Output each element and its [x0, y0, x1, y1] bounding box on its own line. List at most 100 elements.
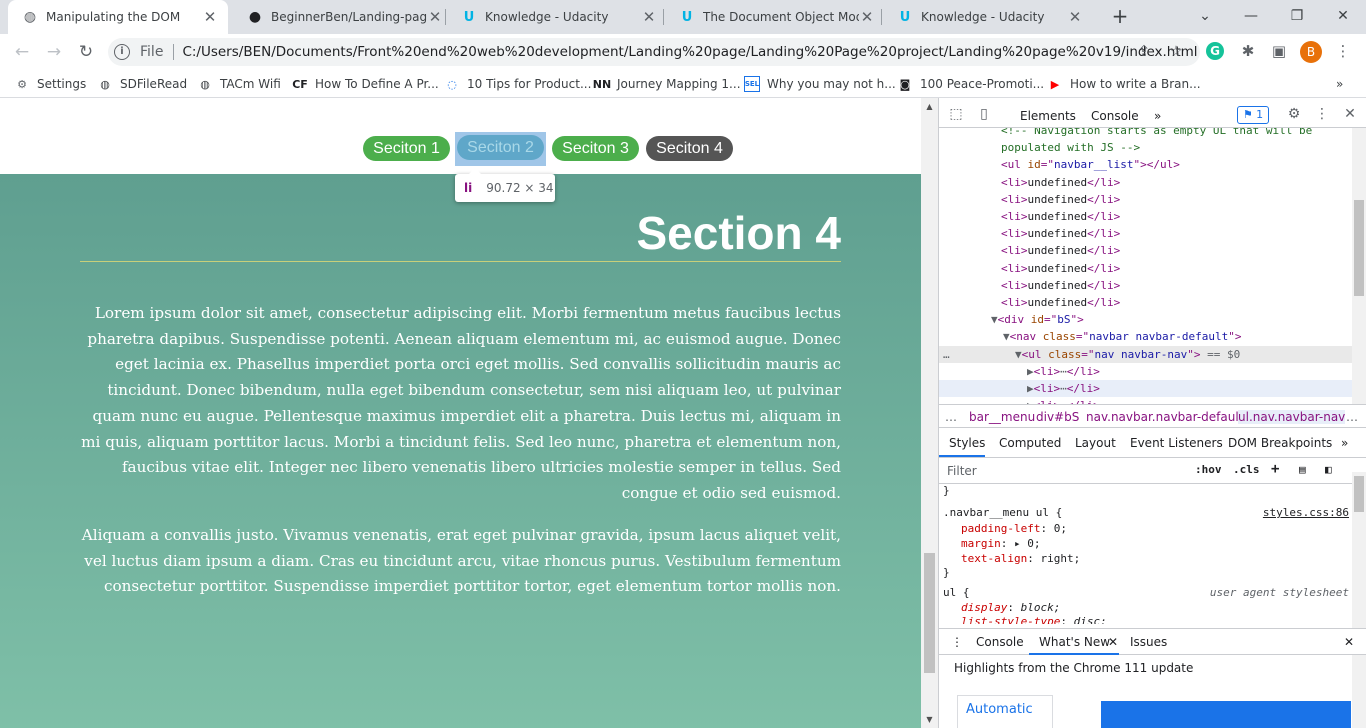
- subtab-styles[interactable]: Styles: [949, 436, 985, 450]
- dom-node-line[interactable]: <li>undefined</li>: [939, 174, 1352, 191]
- css-property[interactable]: padding-left: [961, 522, 1040, 535]
- css-value[interactable]: 0;: [1054, 522, 1067, 535]
- breadcrumb-item[interactable]: bar__menu: [969, 410, 1035, 424]
- subtab-dom-breakpoints[interactable]: DOM Breakpoints: [1228, 436, 1332, 450]
- inspect-element-icon[interactable]: ⬚: [947, 105, 965, 123]
- bookmark-item[interactable]: ◌ 10 Tips for Product...: [444, 76, 591, 92]
- dom-node-line[interactable]: ▼<div id="bS">: [939, 311, 1352, 328]
- nav-item-section-3[interactable]: Seciton 3: [552, 136, 639, 161]
- dom-node-line[interactable]: <li>undefined</li>: [939, 225, 1352, 242]
- breadcrumb-item[interactable]: …: [1346, 410, 1358, 424]
- devtools-menu-icon[interactable]: ⋮: [1313, 105, 1331, 123]
- more-tabs-icon[interactable]: »: [1154, 109, 1161, 123]
- profile-avatar[interactable]: B: [1300, 41, 1322, 63]
- dom-node-line[interactable]: <li>undefined</li>: [939, 294, 1352, 311]
- breadcrumb-item[interactable]: ul.nav.navbar-nav: [1238, 410, 1346, 424]
- css-property[interactable]: list-style-type: [961, 615, 1060, 624]
- new-tab-button[interactable]: +: [1108, 4, 1132, 30]
- close-tab-icon[interactable]: ✕: [202, 8, 218, 26]
- scroll-up-arrow-icon[interactable]: ▲: [921, 98, 938, 115]
- page-scrollbar-thumb[interactable]: [924, 553, 935, 673]
- dom-node-line[interactable]: ▼<nav class="navbar navbar-default">: [939, 328, 1352, 345]
- bookmark-item[interactable]: NN Journey Mapping 1...: [593, 76, 741, 92]
- styles-filter-input[interactable]: Filter: [947, 464, 977, 478]
- node-actions-icon[interactable]: …: [943, 346, 950, 363]
- tab-search-icon[interactable]: ⌄: [1182, 2, 1228, 30]
- bookmarks-overflow-icon[interactable]: »: [1336, 76, 1343, 92]
- css-property[interactable]: display: [961, 601, 1007, 614]
- close-devtools-icon[interactable]: ✕: [1341, 105, 1359, 123]
- back-button[interactable]: ←: [10, 40, 34, 64]
- browser-menu-icon[interactable]: ⋮: [1333, 42, 1353, 62]
- close-tab-icon[interactable]: ✕: [859, 8, 875, 26]
- issues-badge[interactable]: ⚑ 1: [1237, 106, 1269, 124]
- dom-node-line[interactable]: <li>undefined</li>: [939, 191, 1352, 208]
- css-value[interactable]: right;: [1040, 552, 1080, 565]
- tab-console[interactable]: Console: [1091, 109, 1139, 123]
- drawer-tab-console[interactable]: Console: [976, 635, 1024, 649]
- grammarly-extension-icon[interactable]: G: [1206, 42, 1224, 60]
- css-value[interactable]: disc;: [1074, 615, 1107, 624]
- dom-tree-scrollbar-thumb[interactable]: [1354, 200, 1364, 296]
- breadcrumb-item[interactable]: div#bS: [1036, 410, 1079, 424]
- subtab-computed[interactable]: Computed: [999, 436, 1061, 450]
- css-selector[interactable]: }: [943, 566, 950, 579]
- device-toolbar-icon[interactable]: ▯: [975, 105, 993, 123]
- extensions-icon[interactable]: ✱: [1238, 42, 1258, 62]
- close-tab-icon[interactable]: ✕: [641, 8, 657, 26]
- new-rule-button[interactable]: +: [1271, 461, 1279, 477]
- reload-button[interactable]: ↻: [74, 40, 98, 64]
- toggle-sidebar-icon[interactable]: ◧: [1325, 463, 1332, 476]
- dom-node-line[interactable]: <ul id="navbar__list"></ul>: [939, 156, 1352, 173]
- dom-node-line[interactable]: <li>undefined</li>: [939, 208, 1352, 225]
- scroll-down-arrow-icon[interactable]: ▼: [921, 711, 938, 728]
- css-value[interactable]: block;: [1021, 601, 1061, 614]
- bookmark-item[interactable]: ◍ TACm Wifi: [197, 76, 281, 92]
- dom-node-line[interactable]: ▶<li>⋯</li>: [939, 380, 1352, 397]
- close-whats-new-icon[interactable]: ✕: [1108, 635, 1118, 649]
- dom-node-line[interactable]: ▼<ul class="nav navbar-nav"> == $0…: [939, 345, 1352, 363]
- dom-tree-scrollbar[interactable]: [1352, 128, 1366, 404]
- whats-new-scrollbar[interactable]: [1352, 655, 1366, 728]
- settings-gear-icon[interactable]: ⚙: [1285, 105, 1303, 123]
- bookmark-star-icon[interactable]: ☆: [1166, 42, 1186, 62]
- nav-item-section-4[interactable]: Seciton 4: [646, 136, 733, 161]
- css-property[interactable]: margin: [961, 537, 1001, 550]
- browser-tab[interactable]: U Knowledge - Udacity ✕: [447, 0, 667, 34]
- browser-tab[interactable]: ● BeginnerBen/Landing-page- ✕: [233, 0, 453, 34]
- drawer-tab-issues[interactable]: Issues: [1130, 635, 1167, 649]
- class-toggle-button[interactable]: .cls: [1233, 463, 1260, 476]
- url-text[interactable]: C:/Users/BEN/Documents/Front%20end%20web…: [182, 44, 1197, 60]
- bookmark-item[interactable]: SEL Why you may not h...: [744, 76, 896, 92]
- side-panel-icon[interactable]: ▣: [1269, 42, 1289, 62]
- close-tab-icon[interactable]: ✕: [427, 8, 443, 26]
- breadcrumb-item[interactable]: …: [945, 410, 957, 424]
- breadcrumb-item[interactable]: nav.navbar.navbar-default: [1086, 410, 1243, 424]
- more-subtabs-icon[interactable]: »: [1341, 436, 1348, 450]
- forward-button[interactable]: →: [42, 40, 66, 64]
- dom-node-line[interactable]: populated with JS -->: [939, 139, 1352, 156]
- dom-node-line[interactable]: <li>undefined</li>: [939, 260, 1352, 277]
- browser-tab[interactable]: U Knowledge - Udacity ✕: [883, 0, 1093, 34]
- minimize-button[interactable]: —: [1228, 2, 1274, 30]
- css-property[interactable]: text-align: [961, 552, 1027, 565]
- bookmark-item[interactable]: CF How To Define A Pr...: [292, 76, 439, 92]
- drawer-menu-icon[interactable]: ⋮: [951, 635, 963, 649]
- css-value[interactable]: ▸ 0;: [1014, 537, 1041, 550]
- browser-tab[interactable]: U The Document Object Model ✕: [665, 0, 885, 34]
- bookmark-item[interactable]: ◙ 100 Peace-Promoti...: [897, 76, 1044, 92]
- bookmark-item[interactable]: ◍ SDFileRead: [97, 76, 187, 92]
- dom-node-line[interactable]: <!-- Navigation starts as empty UL that …: [939, 128, 1352, 139]
- css-selector[interactable]: ul {: [943, 586, 970, 599]
- dom-node-line[interactable]: <li>undefined</li>: [939, 277, 1352, 294]
- dom-node-line[interactable]: ▶<li>⋯</li>: [939, 397, 1352, 404]
- site-info-icon[interactable]: i: [114, 44, 130, 60]
- restore-button[interactable]: ❐: [1274, 2, 1320, 30]
- stylesheet-link[interactable]: styles.css:86: [1263, 506, 1349, 520]
- styles-scrollbar-thumb[interactable]: [1354, 476, 1364, 512]
- subtab-layout[interactable]: Layout: [1075, 436, 1116, 450]
- dom-node-line[interactable]: <li>undefined</li>: [939, 242, 1352, 259]
- styles-scrollbar[interactable]: [1352, 472, 1366, 628]
- share-icon[interactable]: ⇪: [1134, 42, 1154, 62]
- bookmark-item[interactable]: ⚙ Settings: [14, 76, 86, 92]
